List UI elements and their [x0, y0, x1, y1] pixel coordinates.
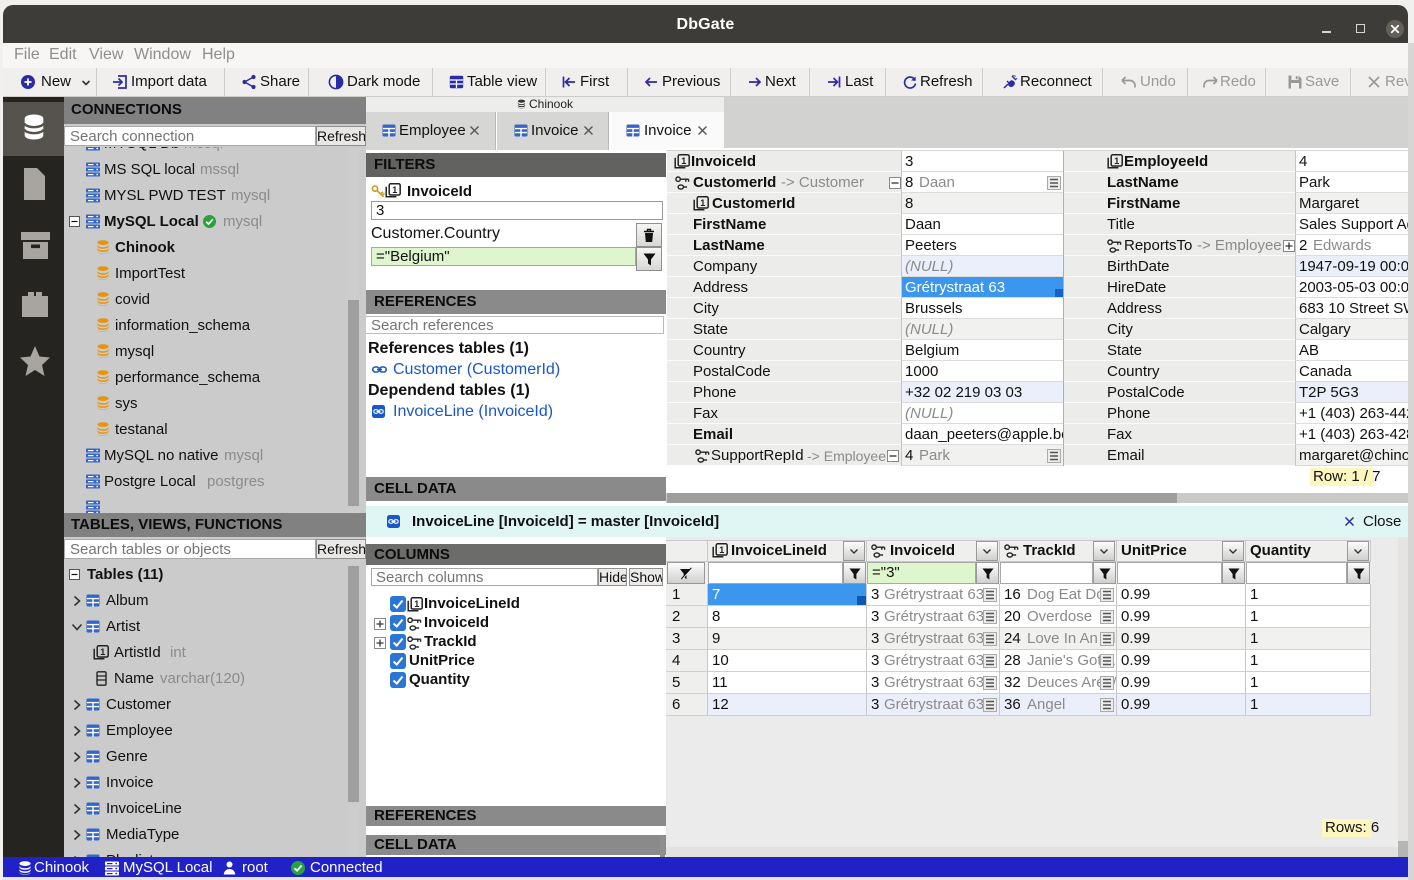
svg-text:1: 1 [392, 185, 397, 195]
svg-text:1: 1 [719, 545, 724, 555]
svg-text:1: 1 [700, 198, 705, 208]
svg-text:1: 1 [681, 156, 686, 166]
svg-text:1: 1 [100, 647, 105, 657]
svg-text:1: 1 [414, 599, 419, 609]
svg-text:1: 1 [1114, 156, 1119, 166]
